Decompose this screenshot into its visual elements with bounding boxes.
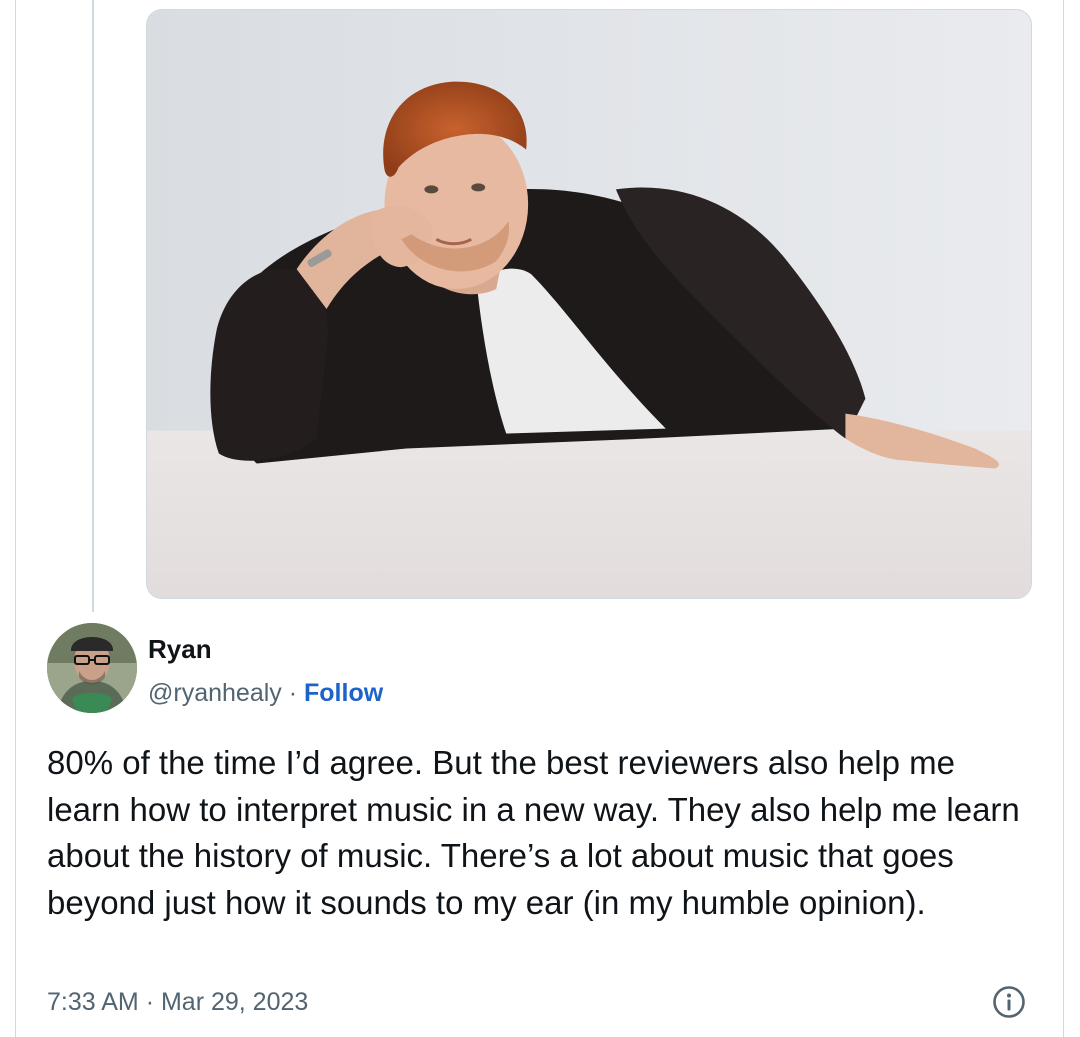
author-name[interactable]: Ryan xyxy=(148,633,212,665)
timestamp-time: 7:33 AM xyxy=(47,988,139,1016)
author-handle[interactable]: @ryanhealy xyxy=(148,679,282,707)
timestamp-date: Mar 29, 2023 xyxy=(160,988,309,1016)
tweet-text: 80% of the time I’d agree. But the best … xyxy=(47,744,1020,921)
meta-separator: · xyxy=(288,679,298,707)
thread-connector-line xyxy=(92,0,94,612)
follow-button[interactable]: Follow xyxy=(304,679,383,707)
info-icon[interactable] xyxy=(992,985,1026,1019)
author-meta: @ryanhealy · Follow xyxy=(148,677,383,709)
timestamp-separator: · xyxy=(145,988,155,1016)
tweet-timestamp[interactable]: 7:33 AM · Mar 29, 2023 xyxy=(47,985,308,1019)
tweet-media-photo[interactable] xyxy=(146,9,1032,599)
avatar-illustration xyxy=(47,623,137,713)
info-icon-graphic xyxy=(993,986,1025,1018)
photo-illustration xyxy=(147,10,1031,598)
author-avatar[interactable] xyxy=(47,623,137,713)
